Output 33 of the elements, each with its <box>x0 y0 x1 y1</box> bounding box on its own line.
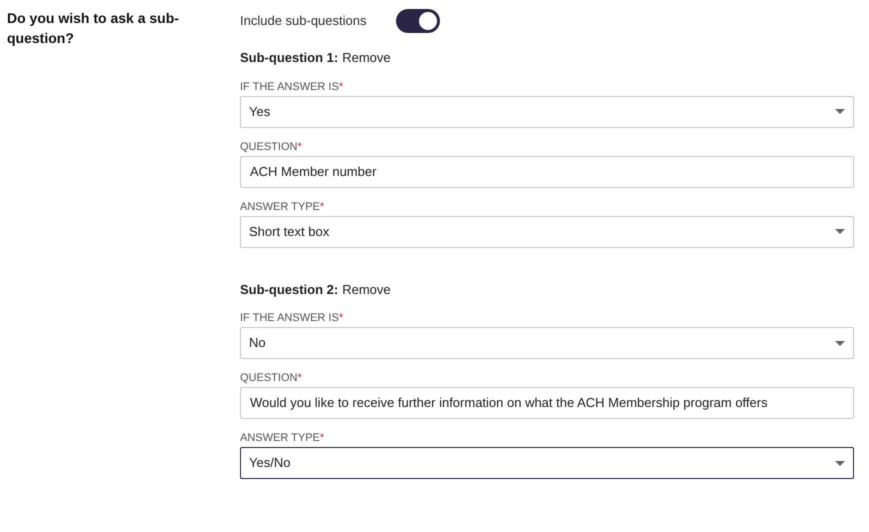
caret-icon <box>835 109 845 114</box>
input-field[interactable]: Would you like to receive further information on what the ACH Membership program offers <box>240 387 854 419</box>
question-heading: Do you wish to ask a sub-question? <box>7 9 180 48</box>
dropdown-value: Yes/No <box>249 454 290 472</box>
required-asterisk: * <box>297 140 302 154</box>
required-asterisk: * <box>338 311 344 325</box>
field-label: ANSWER TYPE <box>240 431 320 445</box>
field-label: IF THE ANSWER IS <box>240 311 339 325</box>
caret-icon <box>835 229 845 234</box>
field-label: IF THE ANSWER IS <box>240 80 339 94</box>
dropdown-field[interactable]: Yes <box>240 96 854 128</box>
input-field[interactable]: ACH Member number <box>240 156 854 188</box>
dropdown-value: No <box>249 334 266 352</box>
remove-link[interactable]: Remove <box>342 48 391 68</box>
sub-question-title: Sub-question 2: <box>240 280 338 299</box>
sub-question-title: Sub-question 1: <box>240 49 338 67</box>
required-asterisk: * <box>338 80 344 94</box>
required-asterisk: * <box>320 200 324 214</box>
field-label: QUESTION <box>240 371 298 385</box>
field-label: ANSWER TYPE <box>240 200 320 214</box>
dropdown-value: Yes <box>249 102 270 121</box>
toggle-switch[interactable] <box>396 9 440 33</box>
field-label: QUESTION <box>240 140 298 154</box>
caret-icon <box>835 340 845 346</box>
required-asterisk: * <box>297 371 302 385</box>
toggle-label: Include sub-questions <box>240 12 366 30</box>
dropdown-field[interactable]: Short text box <box>240 216 854 248</box>
dropdown-field[interactable]: Yes/No <box>240 447 854 479</box>
dropdown-value: Short text box <box>249 222 330 241</box>
required-asterisk: * <box>320 431 324 445</box>
dropdown-field[interactable]: No <box>240 327 854 359</box>
caret-icon <box>835 460 845 466</box>
remove-link[interactable]: Remove <box>342 280 391 299</box>
